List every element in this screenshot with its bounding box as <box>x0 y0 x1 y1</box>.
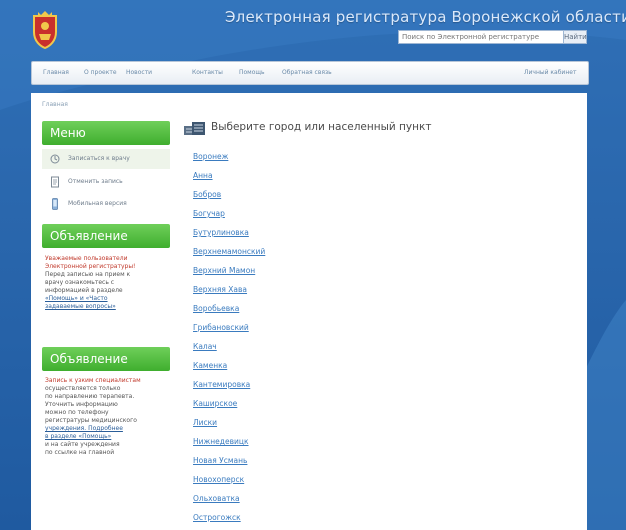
mobile-phone-icon <box>52 198 58 210</box>
notice-text: Запись к узким специалистам осуществляет… <box>45 377 169 457</box>
site-title: Электронная регистратура Воронежской обл… <box>225 8 626 26</box>
nav-item-feedback[interactable]: Обратная связь <box>282 69 332 76</box>
city-link[interactable]: Воробьевка <box>193 304 239 313</box>
notice-header: Объявление <box>42 224 170 248</box>
appointment-icon <box>50 154 60 164</box>
search-button[interactable]: Найти <box>563 30 587 44</box>
main-content-panel: Главная Меню Записаться к врачу Отменить… <box>31 93 587 530</box>
city-link[interactable]: Новохоперск <box>193 475 244 484</box>
city-link[interactable]: Ольховатка <box>193 494 240 503</box>
city-link[interactable]: Верхняя Хава <box>193 285 247 294</box>
menu-header: Меню <box>42 121 170 145</box>
city-link[interactable]: Богучар <box>193 209 225 218</box>
nav-item-help[interactable]: Помощь <box>239 69 265 76</box>
coat-of-arms-logo[interactable] <box>28 10 62 50</box>
city-link[interactable]: Каширское <box>193 399 237 408</box>
nav-item-about[interactable]: О проекте <box>84 69 117 76</box>
notice-link[interactable]: в разделе «Помощь» <box>45 433 111 440</box>
city-link[interactable]: Верхнемамонский <box>193 247 265 256</box>
city-link[interactable]: Острогожск <box>193 513 241 522</box>
city-link[interactable]: Новая Усмань <box>193 456 247 465</box>
notice-line: Электронной регистратуры! <box>45 263 136 270</box>
nav-item-news[interactable]: Новости <box>126 69 152 76</box>
notice-line: информацией в разделе <box>45 287 123 294</box>
city-link[interactable]: Анна <box>193 171 213 180</box>
menu-item-label: Отменить запись <box>68 178 123 185</box>
page-heading: Выберите город или населенный пункт <box>211 121 432 133</box>
city-link[interactable]: Верхний Мамон <box>193 266 255 275</box>
city-link[interactable]: Бутурлиновка <box>193 228 249 237</box>
nav-item-account[interactable]: Личный кабинет <box>524 69 576 76</box>
menu-item-label: Записаться к врачу <box>68 155 130 162</box>
city-link[interactable]: Бобров <box>193 190 221 199</box>
menu-item-book-appointment[interactable]: Записаться к врачу <box>42 149 170 169</box>
notice-line: по направлению терапевта. <box>45 393 135 400</box>
city-link[interactable]: Калач <box>193 342 217 351</box>
notice-line: Запись к узким специалистам <box>45 377 141 384</box>
top-navigation: Главная О проекте Новости Контакты Помощ… <box>31 61 589 85</box>
notice-line: по ссылке на главной <box>45 449 115 456</box>
city-link[interactable]: Кантемировка <box>193 380 250 389</box>
notice-line: Уважаемые пользователи <box>45 255 128 262</box>
breadcrumb[interactable]: Главная <box>42 101 68 108</box>
menu-item-mobile-version[interactable]: Мобильная версия <box>42 194 170 214</box>
notice-line: Уточнить информацию <box>45 401 118 408</box>
notice-line: и на сайте учреждения <box>45 441 120 448</box>
document-icon <box>51 176 59 188</box>
notice-link[interactable]: «Помощь» и «Часто <box>45 295 108 302</box>
notice-link[interactable]: задаваемые вопросы» <box>45 303 116 310</box>
city-link[interactable]: Каменка <box>193 361 227 370</box>
city-link[interactable]: Нижнедевицк <box>193 437 249 446</box>
notice-link[interactable]: учреждения. Подробнее <box>45 425 123 432</box>
menu-item-cancel-appointment[interactable]: Отменить запись <box>42 172 170 192</box>
city-link[interactable]: Лиски <box>193 418 217 427</box>
building-icon <box>184 122 205 135</box>
notice-line: Перед записью на прием к <box>45 271 131 278</box>
notice-line: регистратуры медицинского <box>45 417 137 424</box>
notice-text: Уважаемые пользователи Электронной регис… <box>45 255 169 311</box>
notice-line: врачу ознакомьтесь с <box>45 279 115 286</box>
city-link[interactable]: Воронеж <box>193 152 228 161</box>
notice-line: осуществляется только <box>45 385 121 392</box>
notice-line: можно по телефону <box>45 409 109 416</box>
city-link[interactable]: Грибановский <box>193 323 249 332</box>
notice-header: Объявление <box>42 347 170 371</box>
nav-item-home[interactable]: Главная <box>43 69 69 76</box>
search-input[interactable] <box>398 30 566 44</box>
nav-item-contacts[interactable]: Контакты <box>192 69 223 76</box>
menu-item-label: Мобильная версия <box>68 200 127 207</box>
